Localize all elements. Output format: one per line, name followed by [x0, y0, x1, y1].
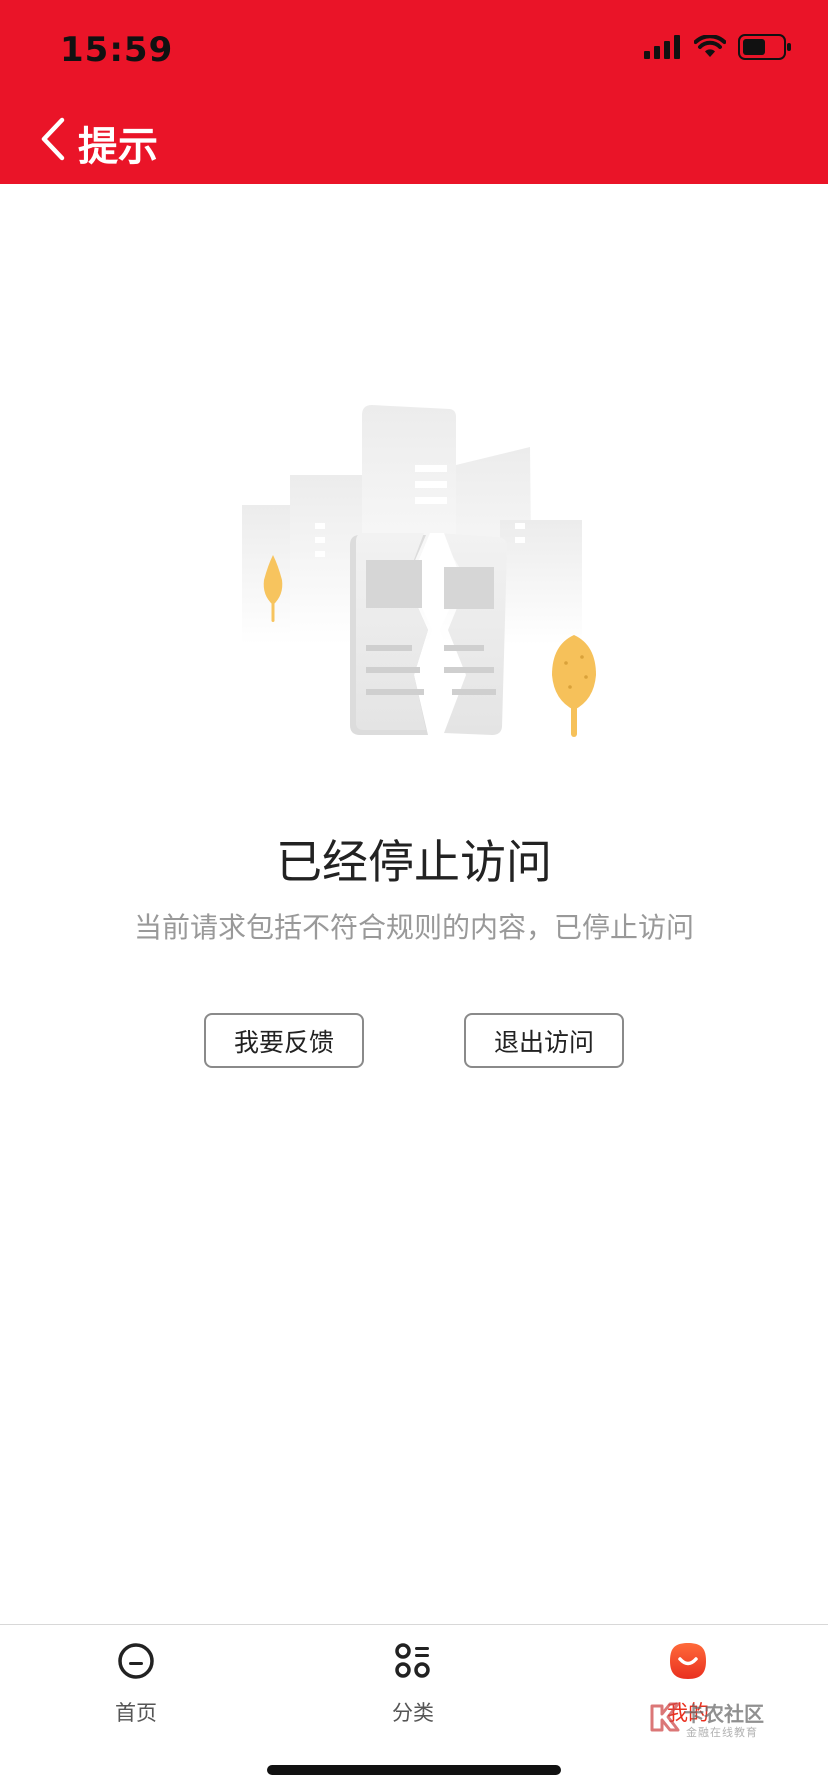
exit-button[interactable]: 退出访问: [464, 1013, 624, 1068]
error-description: 当前请求包括不符合规则的内容，已停止访问: [133, 911, 694, 944]
watermark: 卡农社区 金融在线教育: [648, 1696, 778, 1746]
chevron-left-icon[interactable]: [36, 114, 72, 164]
cellular-signal-icon: [644, 35, 680, 59]
tab-category[interactable]: 分类: [353, 1625, 473, 1745]
watermark-text: 卡农社区: [684, 1702, 764, 1726]
watermark-subtext: 金融在线教育: [686, 1726, 758, 1739]
tab-home[interactable]: 首页: [76, 1625, 196, 1745]
large-tree: [552, 635, 596, 737]
home-indicator: [267, 1765, 561, 1775]
home-face-icon: [118, 1643, 154, 1679]
tab-category-label: 分类: [392, 1701, 434, 1725]
status-time: 15:59: [60, 30, 174, 70]
feedback-button[interactable]: 我要反馈: [204, 1013, 364, 1068]
error-title: 已经停止访问: [276, 835, 552, 889]
tab-home-label: 首页: [115, 1701, 157, 1725]
page-title: 提示: [78, 124, 158, 170]
category-grid-icon: [395, 1643, 430, 1678]
app-header: 15:59 提示: [0, 0, 828, 184]
wifi-icon: [694, 35, 726, 57]
profile-smile-icon: [670, 1643, 706, 1679]
broken-document-illustration: [242, 405, 596, 737]
status-icons: [644, 34, 792, 60]
battery-icon: [738, 34, 791, 60]
watermark-logo-icon: [650, 1702, 680, 1732]
